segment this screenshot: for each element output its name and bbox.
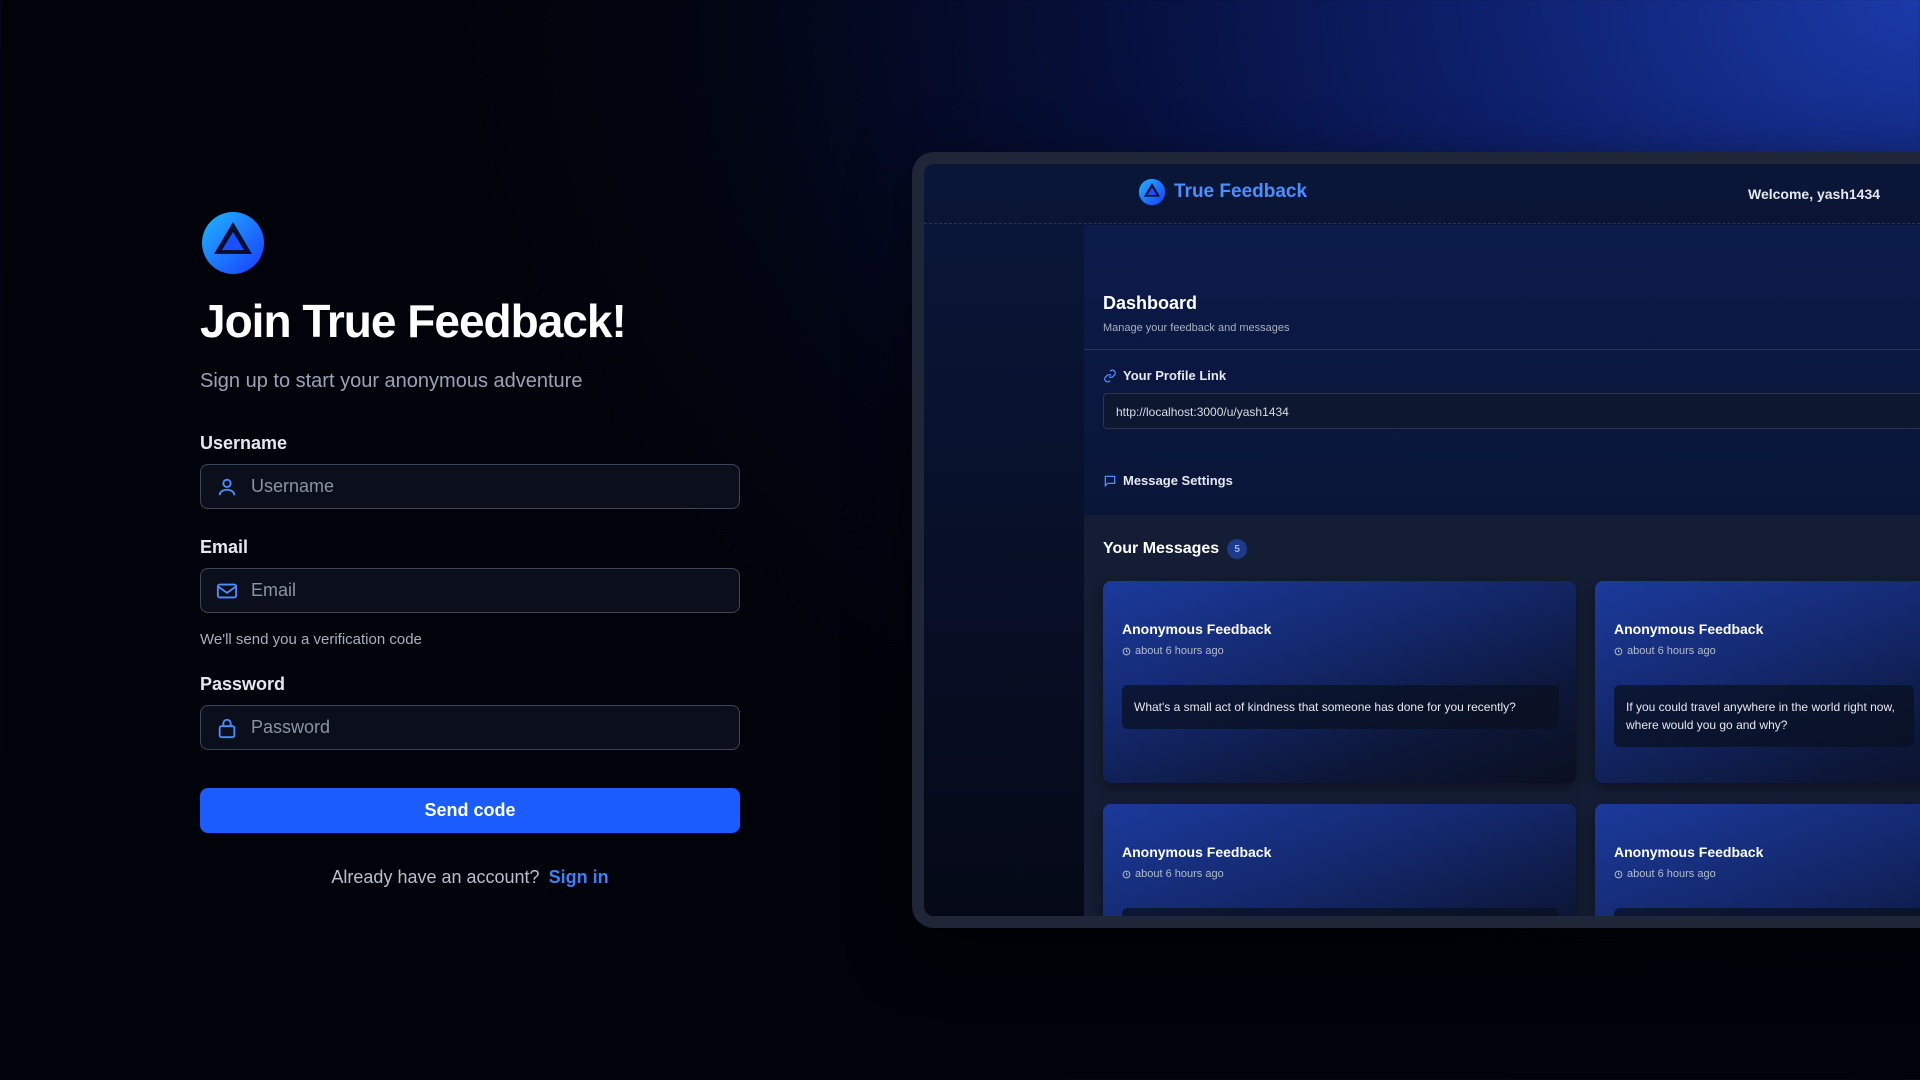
messages-section: Your Messages 5 Anonymous Feedback about… <box>1084 515 1920 916</box>
signin-row: Already have an account? Sign in <box>200 867 740 888</box>
page-subtitle: Sign up to start your anonymous adventur… <box>200 370 583 392</box>
username-field[interactable] <box>200 464 740 509</box>
preview-brand: True Feedback <box>1138 178 1307 206</box>
email-group: Email We'll send you a verification code <box>200 537 740 648</box>
messages-heading: Your Messages 5 <box>1103 539 1248 559</box>
card-time-text: about 6 hours ago <box>1627 868 1716 880</box>
profile-link-field[interactable]: http://localhost:3000/u/yash1434 <box>1103 393 1920 429</box>
preview-sidebar <box>924 225 1084 916</box>
email-input[interactable] <box>251 580 711 601</box>
password-label: Password <box>200 674 286 694</box>
mail-icon <box>215 579 239 603</box>
clock-icon <box>1614 647 1623 655</box>
card-time-text: about 6 hours ago <box>1135 868 1224 880</box>
message-card[interactable]: Anonymous Feedback about 6 hours ago <box>1595 804 1920 916</box>
signin-link[interactable]: Sign in <box>549 867 609 887</box>
preview-main: Dashboard Manage your feedback and messa… <box>1084 225 1920 916</box>
card-message: If you could travel anywhere in the worl… <box>1614 685 1914 747</box>
profile-link-label: Your Profile Link <box>1123 368 1227 383</box>
username-group: Username <box>200 433 740 509</box>
card-time-text: about 6 hours ago <box>1135 645 1224 657</box>
send-code-button[interactable]: Send code <box>200 788 740 833</box>
user-icon <box>215 475 239 499</box>
card-title: Anonymous Feedback <box>1614 621 1764 637</box>
password-group: Password <box>200 674 740 750</box>
card-title: Anonymous Feedback <box>1614 844 1764 860</box>
welcome-text: Welcome, yash1434 <box>1748 186 1881 202</box>
email-label: Email <box>200 537 249 557</box>
signin-prompt: Already have an account? <box>331 867 540 887</box>
signup-form: Username Email We'll send you a verifica… <box>200 433 740 888</box>
messages-count-badge: 5 <box>1227 539 1248 559</box>
messages-title: Your Messages <box>1103 540 1220 557</box>
preview-header: True Feedback Welcome, yash1434 <box>924 164 1920 224</box>
email-hint: We'll send you a verification code <box>200 631 422 648</box>
preview-brand-name: True Feedback <box>1174 181 1308 202</box>
message-settings-heading[interactable]: Message Settings <box>1103 473 1233 488</box>
card-time: about 6 hours ago <box>1122 645 1224 657</box>
card-message <box>1614 908 1920 916</box>
card-time-text: about 6 hours ago <box>1627 645 1716 657</box>
password-input[interactable] <box>251 717 711 738</box>
signup-panel: Join True Feedback! Sign up to start you… <box>200 210 740 888</box>
email-field[interactable] <box>200 568 740 613</box>
card-time: about 6 hours ago <box>1122 868 1224 880</box>
card-time: about 6 hours ago <box>1614 645 1716 657</box>
message-icon <box>1104 475 1116 487</box>
divider <box>1084 349 1920 350</box>
card-message: What's a small act of kindness that some… <box>1122 685 1559 729</box>
lock-icon <box>215 716 239 740</box>
preview-screen: True Feedback Welcome, yash1434 Dashboar… <box>924 164 1920 916</box>
dashboard-subtitle: Manage your feedback and messages <box>1103 322 1290 334</box>
profile-link-heading: Your Profile Link <box>1103 368 1226 383</box>
logo-icon <box>202 212 264 274</box>
username-label: Username <box>200 433 288 453</box>
message-card[interactable]: Anonymous Feedback about 6 hours ago If … <box>1595 581 1920 783</box>
message-settings-label: Message Settings <box>1123 473 1233 488</box>
message-card[interactable]: Anonymous Feedback about 6 hours ago <box>1103 804 1576 916</box>
card-message <box>1122 908 1559 916</box>
password-field[interactable] <box>200 705 740 750</box>
dashboard-preview: True Feedback Welcome, yash1434 Dashboar… <box>912 152 1920 928</box>
clock-icon <box>1122 647 1131 655</box>
logo-icon <box>1138 178 1166 206</box>
page-title: Join True Feedback! <box>200 295 627 347</box>
clock-icon <box>1614 870 1623 878</box>
dashboard-title: Dashboard <box>1103 293 1198 313</box>
link-icon <box>1104 369 1116 382</box>
message-card[interactable]: Anonymous Feedback about 6 hours ago Wha… <box>1103 581 1576 783</box>
clock-icon <box>1122 870 1131 878</box>
username-input[interactable] <box>251 476 711 497</box>
preview-dashboard-top: Dashboard Manage your feedback and messa… <box>1084 225 1920 515</box>
card-title: Anonymous Feedback <box>1122 621 1272 637</box>
card-time: about 6 hours ago <box>1614 868 1716 880</box>
card-title: Anonymous Feedback <box>1122 844 1272 860</box>
